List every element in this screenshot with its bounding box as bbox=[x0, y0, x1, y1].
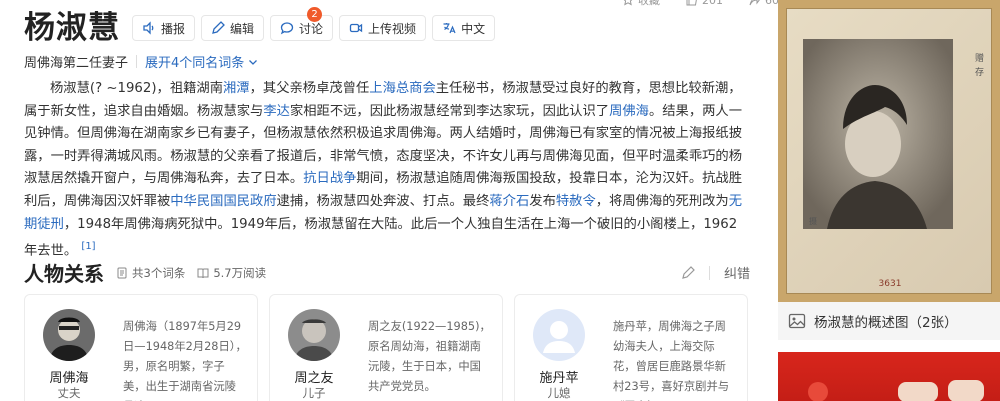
link-shanghai-chamber[interactable]: 上海总商会 bbox=[369, 81, 435, 96]
discuss-button[interactable]: 讨论 2 bbox=[270, 7, 334, 41]
play-label: 播报 bbox=[161, 21, 186, 36]
book-icon bbox=[197, 268, 209, 278]
svg-text:赠: 赠 bbox=[975, 52, 984, 64]
relations-header: 人物关系 共3个词条 5.7万阅读 纠错 bbox=[24, 258, 750, 287]
summary-text: ，其父亲杨卓茂曾任 bbox=[249, 81, 370, 96]
edit-button[interactable]: 编辑 bbox=[201, 15, 265, 41]
page-title: 杨淑慧 bbox=[24, 10, 120, 46]
collect-label: 收藏 bbox=[638, 0, 660, 7]
relations-views-label: 5.7万阅读 bbox=[213, 265, 267, 280]
link-nationalist-government[interactable]: 中华民国国民政府 bbox=[170, 194, 276, 209]
relation-card-son[interactable]: 周之友 儿子 周之友(1922—1985)，原名周幼海，祖籍湖南沅陵，生于日本，… bbox=[269, 294, 503, 401]
relation-name: 周之友 bbox=[294, 371, 334, 386]
discuss-count-badge: 2 bbox=[307, 7, 323, 22]
summary-text: ，1948年周佛海病死狱中。1949年后，杨淑慧留在大陆。此后一个人独自生活在上… bbox=[24, 216, 738, 259]
pencil-icon[interactable] bbox=[681, 265, 695, 280]
svg-text:摄: 摄 bbox=[809, 217, 817, 226]
relation-role: 丈夫 bbox=[57, 386, 81, 400]
like-button[interactable]: 201 bbox=[686, 0, 723, 8]
relation-info: 施丹苹，周佛海之子周幼海夫人，上海交际花，曾居巨鹿路景华新村23号，喜好京剧并与… bbox=[613, 320, 730, 401]
pencil-icon bbox=[212, 21, 225, 34]
document-icon bbox=[117, 267, 127, 278]
svg-text:存: 存 bbox=[975, 66, 984, 78]
discuss-label: 讨论 bbox=[299, 21, 324, 36]
relations-views: 5.7万阅读 bbox=[197, 265, 266, 281]
portrait-photo: 赠 存 摄 3631 bbox=[786, 8, 992, 294]
overview-image[interactable]: 赠 存 摄 3631 bbox=[778, 0, 1000, 302]
relation-card-husband[interactable]: 周佛海 丈夫 周佛海（1897年5月29日—1948年2月28日），男，原名明繁… bbox=[24, 294, 258, 401]
like-count: 201 bbox=[702, 0, 723, 7]
star-icon bbox=[623, 0, 633, 6]
reference-link[interactable]: [1] bbox=[81, 241, 95, 252]
summary-text: 杨淑慧(? ~1962)，祖籍湖南 bbox=[50, 81, 224, 96]
speaker-icon bbox=[143, 21, 154, 35]
relation-info: 周之友(1922—1985)，原名周幼海，祖籍湖南沅陵，生于日本，中国共产党党员… bbox=[368, 320, 491, 393]
upload-video-label: 上传视频 bbox=[368, 21, 417, 36]
divider bbox=[136, 55, 138, 68]
language-button[interactable]: 中文 bbox=[432, 15, 496, 41]
report-error-button[interactable]: 纠错 bbox=[724, 263, 750, 282]
relations-count: 共3个词条 bbox=[116, 265, 185, 281]
share-count: 60 bbox=[765, 0, 779, 7]
share-icon bbox=[749, 0, 760, 6]
avatar bbox=[288, 309, 340, 361]
image-caption-label: 杨淑慧的概述图（2张） bbox=[814, 315, 958, 331]
summary-text: 逮捕，杨淑慧四处奔波、打点。最终 bbox=[276, 193, 490, 209]
relation-info: 周佛海（1897年5月29日—1948年2月28日），男，原名明繁，字子美，出生… bbox=[123, 320, 247, 401]
image-icon bbox=[788, 313, 806, 329]
subtitle-row: 周佛海第二任妻子 展开4个同名词条 bbox=[24, 52, 258, 71]
image-album-caption[interactable]: 杨淑慧的概述图（2张） bbox=[778, 302, 1000, 340]
link-amnesty-order[interactable]: 特赦令 bbox=[556, 194, 596, 209]
title-row: 杨淑慧 播报 编辑 讨论 2 上传视频 中文 bbox=[24, 7, 496, 46]
translate-icon bbox=[443, 23, 456, 34]
link-li-da[interactable]: 李达 bbox=[263, 104, 290, 119]
entry-description: 周佛海第二任妻子 bbox=[24, 56, 129, 71]
summary-text: ，将周佛海的死刑改为 bbox=[595, 193, 729, 209]
summary-paragraph: 杨淑慧(? ~1962)，祖籍湖南湘潭，其父亲杨卓茂曾任上海总商会主任秘书，杨淑… bbox=[24, 78, 750, 263]
photo-number: 3631 bbox=[878, 279, 902, 289]
relation-name: 周佛海 bbox=[49, 371, 89, 386]
collect-button[interactable]: 收藏 bbox=[622, 0, 660, 8]
relation-role: 儿子 bbox=[302, 386, 326, 400]
thumb-up-icon bbox=[686, 0, 697, 6]
avatar-placeholder bbox=[533, 309, 585, 361]
link-chiang-kai-shek[interactable]: 蒋介石 bbox=[489, 194, 529, 209]
link-zhou-fohai[interactable]: 周佛海 bbox=[609, 104, 649, 119]
relations-title: 人物关系 bbox=[24, 262, 104, 286]
relation-card-daughter-in-law[interactable]: 施丹苹 儿媳 施丹苹，周佛海之子周幼海夫人，上海交际花，曾居巨鹿路景华新村23号… bbox=[514, 294, 748, 401]
chat-bubble-icon bbox=[280, 22, 294, 35]
summary-text: 发布 bbox=[529, 193, 556, 209]
chevron-down-icon bbox=[249, 59, 258, 65]
upload-video-button[interactable]: 上传视频 bbox=[339, 15, 427, 41]
relation-name: 施丹苹 bbox=[539, 371, 579, 386]
avatar bbox=[43, 309, 95, 361]
edit-label: 编辑 bbox=[230, 21, 255, 36]
video-camera-icon bbox=[349, 23, 363, 33]
link-anti-japanese-war[interactable]: 抗日战争 bbox=[303, 171, 356, 186]
relations-actions: 纠错 bbox=[681, 263, 750, 282]
relations-count-label: 共3个词条 bbox=[132, 265, 186, 280]
portrait-illustration: 赠 存 摄 bbox=[803, 39, 984, 229]
play-button[interactable]: 播报 bbox=[132, 15, 196, 41]
language-label: 中文 bbox=[461, 21, 486, 36]
red-banner-image[interactable] bbox=[778, 352, 1000, 401]
share-button[interactable]: 60 bbox=[749, 0, 779, 8]
toolbar: 播报 编辑 讨论 2 上传视频 中文 bbox=[132, 7, 496, 41]
relation-role: 儿媳 bbox=[547, 386, 571, 400]
summary-text: 家相距不远，因此杨淑慧经常到李达家玩，因此认识了 bbox=[289, 103, 610, 119]
same-name-entries-link[interactable]: 展开4个同名词条 bbox=[145, 52, 258, 71]
same-name-entries-label: 展开4个同名词条 bbox=[145, 56, 245, 71]
divider bbox=[708, 265, 710, 280]
link-xiangtan[interactable]: 湘潭 bbox=[223, 81, 250, 96]
top-stats: 收藏 201 60 bbox=[622, 0, 779, 8]
